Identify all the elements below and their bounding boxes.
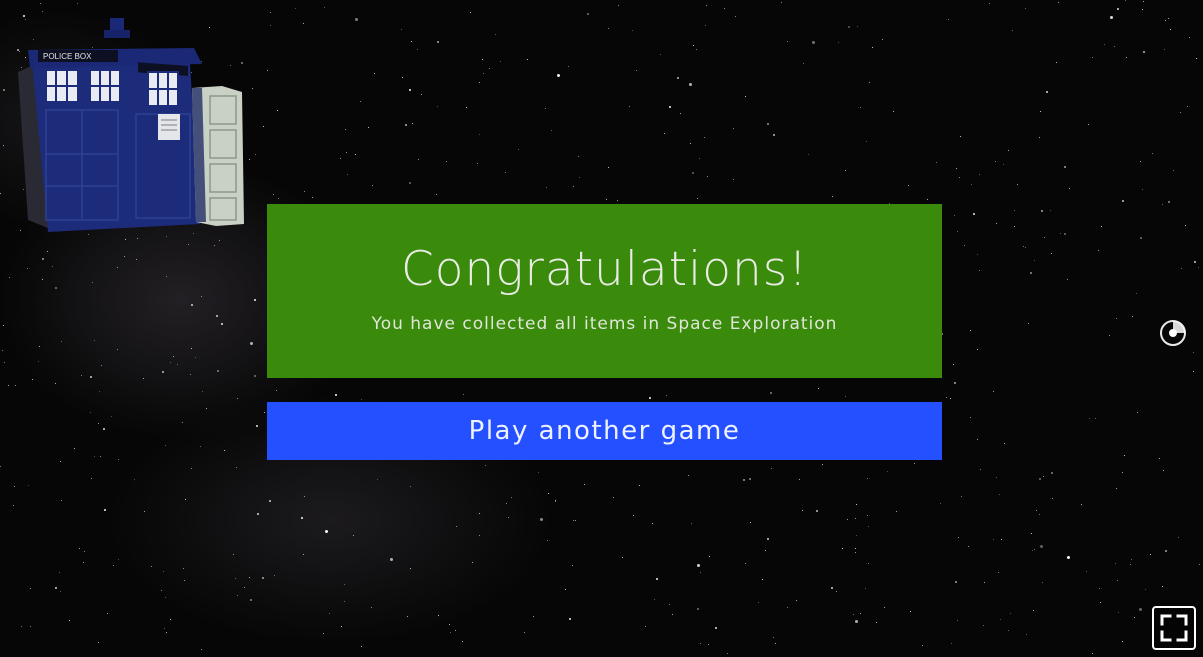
completion-message: You have collected all items in Space Ex…	[371, 314, 838, 334]
tardis-sign: POLICE BOX	[43, 52, 92, 61]
fullscreen-icon	[1160, 614, 1188, 642]
crosshair-orb-icon[interactable]	[1158, 318, 1188, 348]
fullscreen-button[interactable]	[1152, 606, 1196, 650]
tardis-police-box: POLICE BOX	[18, 18, 244, 232]
play-another-game-button[interactable]: Play another game	[267, 402, 942, 460]
congratulations-panel: Congratulations! You have collected all …	[267, 204, 942, 378]
congratulations-title: Congratulations!	[400, 242, 809, 297]
game-viewport[interactable]: POLICE BOX Congratulations! You have col…	[0, 0, 1203, 657]
